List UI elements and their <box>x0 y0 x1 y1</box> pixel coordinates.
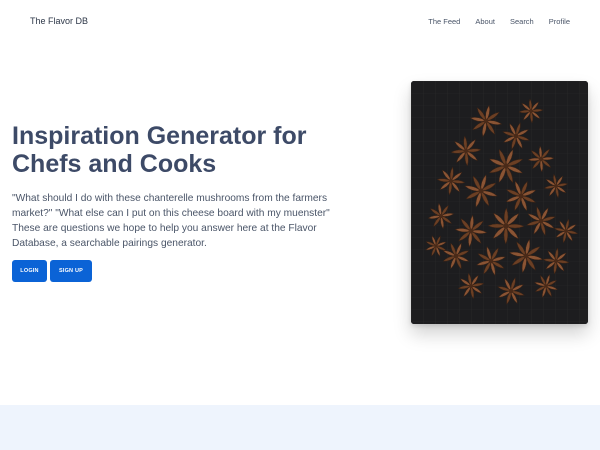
hero-image <box>411 81 588 324</box>
nav-link-search[interactable]: Search <box>510 17 534 26</box>
features-section <box>0 405 600 450</box>
signup-button[interactable]: SIGN UP <box>50 260 92 282</box>
hero-title: Inspiration Generator for Chefs and Cook… <box>12 122 307 178</box>
main-nav: The Feed About Search Profile <box>428 17 570 26</box>
nav-link-about[interactable]: About <box>475 17 495 26</box>
login-button[interactable]: LOGIN <box>12 260 47 282</box>
brand-link[interactable]: The Flavor DB <box>30 16 88 26</box>
nav-link-feed[interactable]: The Feed <box>428 17 460 26</box>
hero-actions: LOGIN SIGN UP <box>12 260 92 282</box>
nav-link-profile[interactable]: Profile <box>549 17 570 26</box>
anise-pod <box>487 207 525 245</box>
hero-description: "What should I do with these chanterelle… <box>12 193 330 249</box>
star-anise-image <box>411 81 588 324</box>
site-header: The Flavor DB The Feed About Search Prof… <box>0 0 600 44</box>
